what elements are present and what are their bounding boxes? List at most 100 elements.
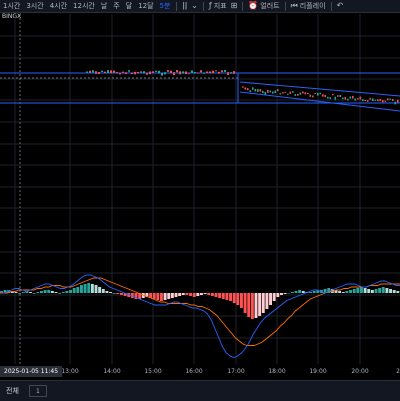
- candle: [110, 70, 112, 74]
- channel-line: [239, 91, 400, 112]
- candle-type-icon[interactable]: ǀǀ: [180, 0, 189, 12]
- chart-canvas[interactable]: [0, 12, 400, 370]
- macd-histogram-bar: [36, 292, 40, 293]
- candle: [382, 100, 384, 103]
- price-pane: [0, 70, 400, 112]
- candle: [140, 71, 142, 73]
- candle: [185, 71, 187, 74]
- candle: [209, 71, 211, 74]
- candle: [89, 70, 91, 73]
- time-tick-label: 15:00: [144, 368, 162, 375]
- macd-histogram-bar: [363, 288, 367, 293]
- candle: [389, 98, 392, 100]
- macd-histogram-bar: [247, 293, 251, 317]
- macd-histogram-bar: [360, 287, 363, 293]
- candle: [347, 98, 349, 101]
- candle: [131, 72, 133, 75]
- candle: [302, 91, 304, 94]
- macd-histogram-bar: [352, 289, 356, 293]
- timeframe-button[interactable]: 5분: [157, 0, 174, 12]
- candle: [264, 91, 267, 95]
- macd-histogram-bar: [192, 293, 196, 297]
- timeframe-button[interactable]: 12시간: [70, 0, 98, 12]
- timeframe-button[interactable]: 12달: [135, 0, 156, 12]
- range-button[interactable]: 1: [28, 385, 47, 397]
- macd-histogram-bar: [109, 292, 112, 293]
- timeframe-button[interactable]: 주: [110, 0, 122, 12]
- macd-histogram-bar: [98, 287, 102, 293]
- candle: [384, 100, 387, 102]
- macd-histogram-bar: [94, 285, 98, 293]
- macd-histogram-bar: [294, 291, 298, 293]
- macd-histogram-bar: [370, 290, 374, 293]
- candle: [244, 87, 247, 90]
- alert-button[interactable]: ⏰ 얼러트: [246, 0, 281, 12]
- candle: [233, 71, 235, 74]
- macd-histogram-bar: [283, 293, 287, 294]
- candle: [155, 70, 157, 72]
- candle: [218, 71, 220, 74]
- candle: [269, 90, 272, 93]
- candle: [327, 96, 329, 99]
- timeframe-button[interactable]: 3시간: [23, 0, 46, 12]
- macd-histogram-bar: [43, 290, 47, 293]
- alert-label: 얼러트: [260, 2, 280, 10]
- chevron-down-icon[interactable]: ⌄: [189, 0, 200, 12]
- replay-button[interactable]: ⏮ 리플레이: [289, 0, 328, 12]
- time-tick-label: 2: [396, 368, 400, 375]
- macd-histogram-bar: [272, 293, 276, 301]
- macd-histogram-bar: [54, 292, 58, 293]
- toolbar-divider: [330, 1, 332, 11]
- macd-histogram-bar: [378, 288, 382, 293]
- macd-histogram-bar: [236, 293, 240, 305]
- macd-histogram-bar: [21, 292, 25, 293]
- macd-histogram-bar: [261, 293, 265, 313]
- candle: [284, 91, 287, 93]
- macd-histogram-bar: [40, 291, 43, 293]
- chart-grid: [0, 14, 400, 364]
- macd-histogram-bar: [232, 293, 236, 303]
- candle: [206, 71, 208, 74]
- candle: [317, 92, 319, 96]
- macd-histogram-bar: [392, 290, 396, 293]
- macd-histogram-bar: [269, 293, 272, 305]
- candle: [349, 96, 352, 99]
- candle: [137, 71, 139, 74]
- macd-histogram-bar: [90, 284, 94, 293]
- candle: [107, 70, 109, 74]
- macd-histogram-bar: [87, 283, 91, 293]
- candle: [332, 93, 334, 96]
- candle: [397, 99, 399, 103]
- undo-icon[interactable]: ↶: [335, 0, 346, 12]
- candle: [101, 70, 103, 73]
- candle: [394, 101, 397, 105]
- timeframe-button[interactable]: 4시간: [47, 0, 70, 12]
- timeframe-button[interactable]: 1시간: [0, 0, 23, 12]
- layout-grid-icon[interactable]: ⊞: [229, 0, 240, 12]
- candle: [134, 71, 136, 75]
- candle: [267, 89, 269, 93]
- macd-histogram-bar: [210, 293, 214, 296]
- candle: [176, 70, 178, 73]
- timeframe-button[interactable]: 날: [98, 0, 110, 12]
- macd-histogram-bar: [374, 289, 378, 293]
- candle: [362, 99, 364, 102]
- macd-histogram-bar: [189, 293, 192, 296]
- candle: [249, 90, 252, 93]
- time-tick-label: 20:00: [351, 368, 369, 375]
- indicators-button[interactable]: ƒ 지표: [207, 0, 229, 12]
- range-all-button[interactable]: 전체: [0, 386, 25, 396]
- macd-histogram-bar: [29, 292, 32, 293]
- candle: [314, 93, 317, 95]
- candle: [304, 92, 307, 95]
- macd-histogram-bar: [160, 293, 163, 301]
- time-tick-label: 17:00: [227, 368, 245, 375]
- candle: [342, 97, 344, 100]
- timeframe-button[interactable]: 달: [123, 0, 135, 12]
- candle: [212, 70, 214, 74]
- candle: [364, 99, 367, 102]
- replay-label: 리플레이: [299, 2, 326, 10]
- time-tick-label: 19:00: [309, 368, 327, 375]
- candle: [227, 72, 229, 76]
- candle: [143, 71, 145, 74]
